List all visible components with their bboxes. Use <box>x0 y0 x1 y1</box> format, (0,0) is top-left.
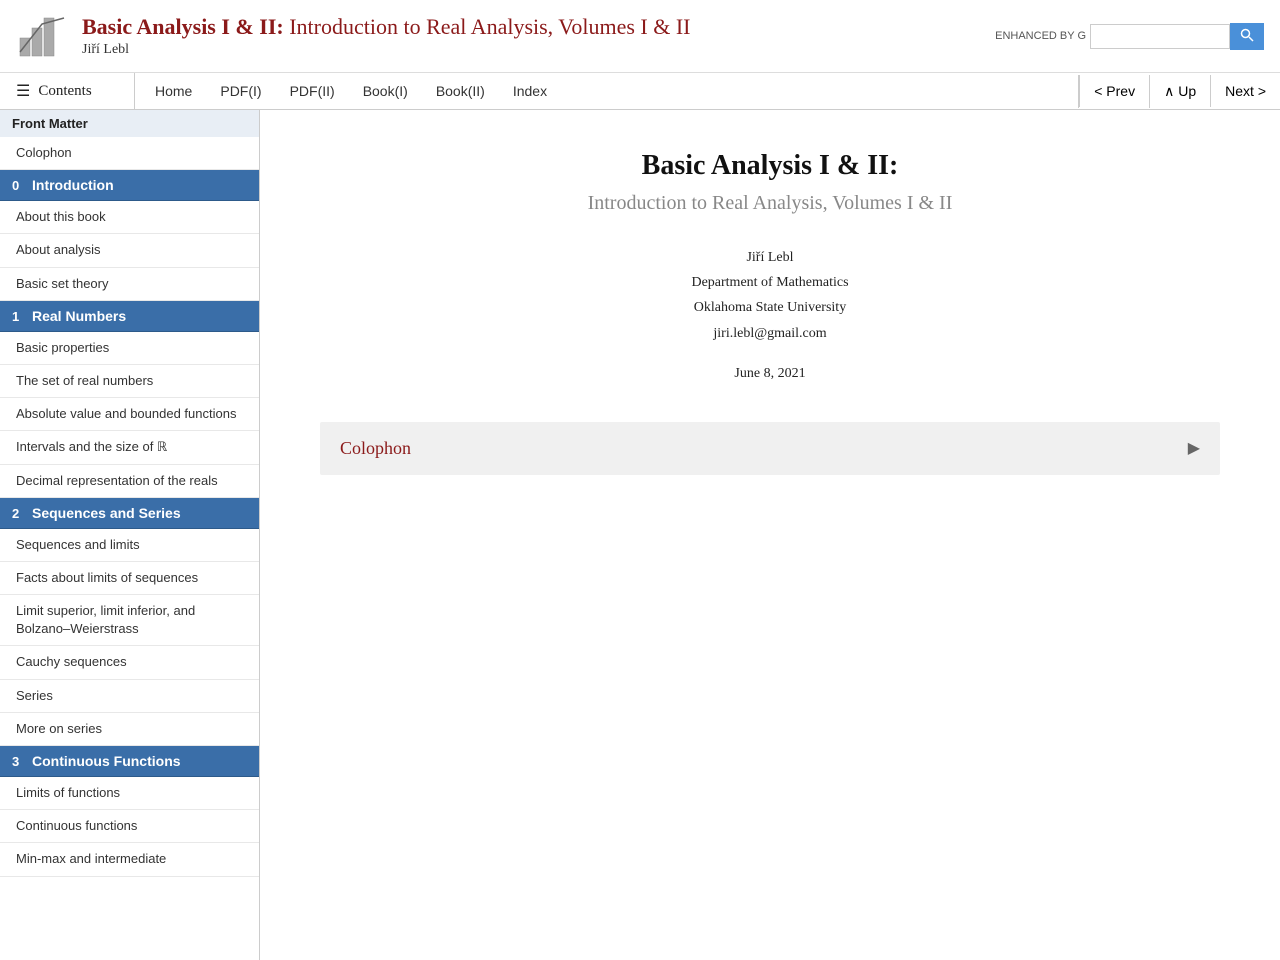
sidebar-item-21[interactable]: Min-max and intermediate <box>0 843 259 876</box>
main-content: Basic Analysis I & II: Introduction to R… <box>260 110 1280 960</box>
nav-pagination: < Prev ∧ Up Next > <box>1078 75 1280 108</box>
search-area: ENHANCED BY G <box>995 23 1264 50</box>
hamburger-icon: ☰ <box>16 81 30 101</box>
chapter-num: 1 <box>12 309 24 324</box>
sidebar-item-0[interactable]: Colophon <box>0 137 259 170</box>
contents-label: Contents <box>38 83 91 100</box>
title-bold-part: Basic Analysis I & II: <box>82 14 284 39</box>
sidebar-item-6[interactable]: Basic properties <box>0 332 259 365</box>
department: Department of Mathematics <box>320 270 1220 295</box>
book-date: June 8, 2021 <box>320 366 1220 382</box>
sidebar-chapter-0[interactable]: 0 Introduction <box>0 170 259 201</box>
contents-toggle[interactable]: ☰ Contents <box>0 73 135 109</box>
front-matter-header: Front Matter <box>0 110 259 137</box>
sidebar-item-2[interactable]: About this book <box>0 201 259 234</box>
chapter-label: Continuous Functions <box>32 753 181 769</box>
title-regular-part: Introduction to Real Analysis, Volumes I… <box>284 14 691 39</box>
sidebar-item-3[interactable]: About analysis <box>0 234 259 267</box>
sidebar-item-14[interactable]: Limit superior, limit inferior, and Bolz… <box>0 595 259 646</box>
nav-links: HomePDF(I)PDF(II)Book(I)Book(II)Index <box>135 75 1078 107</box>
header-author: Jiří Lebl <box>82 42 995 58</box>
up-button[interactable]: ∧ Up <box>1149 75 1210 108</box>
search-input[interactable] <box>1090 24 1230 49</box>
nav-link-pdf-i-[interactable]: PDF(I) <box>206 75 275 107</box>
prev-button[interactable]: < Prev <box>1079 75 1149 107</box>
chapter-num: 0 <box>12 178 24 193</box>
search-icon <box>1240 28 1254 42</box>
sidebar-item-7[interactable]: The set of real numbers <box>0 365 259 398</box>
book-title: Basic Analysis I & II: <box>320 150 1220 182</box>
navigation-bar: ☰ Contents HomePDF(I)PDF(II)Book(I)Book(… <box>0 73 1280 110</box>
page-header: Basic Analysis I & II: Introduction to R… <box>0 0 1280 73</box>
front-matter-label: Front Matter <box>12 116 88 131</box>
sidebar-chapter-3[interactable]: 3 Continuous Functions <box>0 746 259 777</box>
search-button[interactable] <box>1230 23 1264 50</box>
chapter-num: 2 <box>12 506 24 521</box>
header-main-title: Basic Analysis I & II: Introduction to R… <box>82 14 995 40</box>
nav-link-pdf-ii-[interactable]: PDF(II) <box>276 75 349 107</box>
sidebar-item-9[interactable]: Intervals and the size of ℝ <box>0 431 259 464</box>
colophon-expand-icon: ▶ <box>1188 438 1200 458</box>
next-button[interactable]: Next > <box>1210 75 1280 107</box>
sidebar-item-17[interactable]: More on series <box>0 713 259 746</box>
email: jiri.lebl@gmail.com <box>320 321 1220 346</box>
university: Oklahoma State University <box>320 295 1220 320</box>
sidebar: Front Matter Colophon 0 Introduction About … <box>0 110 260 960</box>
chapter-label: Sequences and Series <box>32 505 181 521</box>
sidebar-item-4[interactable]: Basic set theory <box>0 268 259 301</box>
colophon-title: Colophon <box>340 438 411 459</box>
chapter-num: 3 <box>12 754 24 769</box>
chapter-label: Real Numbers <box>32 308 126 324</box>
sidebar-chapter-1[interactable]: 1 Real Numbers <box>0 301 259 332</box>
sidebar-item-12[interactable]: Sequences and limits <box>0 529 259 562</box>
nav-link-index[interactable]: Index <box>499 75 561 107</box>
nav-link-book-ii-[interactable]: Book(II) <box>422 75 499 107</box>
sidebar-item-15[interactable]: Cauchy sequences <box>0 646 259 679</box>
sidebar-item-10[interactable]: Decimal representation of the reals <box>0 465 259 498</box>
author-name: Jiří Lebl <box>320 245 1220 270</box>
nav-link-home[interactable]: Home <box>141 75 206 107</box>
nav-link-book-i-[interactable]: Book(I) <box>349 75 422 107</box>
site-logo <box>16 10 68 62</box>
sidebar-item-20[interactable]: Continuous functions <box>0 810 259 843</box>
sidebar-item-13[interactable]: Facts about limits of sequences <box>0 562 259 595</box>
sidebar-chapter-2[interactable]: 2 Sequences and Series <box>0 498 259 529</box>
sidebar-item-8[interactable]: Absolute value and bounded functions <box>0 398 259 431</box>
sidebar-item-19[interactable]: Limits of functions <box>0 777 259 810</box>
book-author-block: Jiří Lebl Department of Mathematics Okla… <box>320 245 1220 346</box>
book-subtitle: Introduction to Real Analysis, Volumes I… <box>320 192 1220 215</box>
header-title-block: Basic Analysis I & II: Introduction to R… <box>82 14 995 58</box>
sidebar-item-16[interactable]: Series <box>0 680 259 713</box>
search-enhanced-label: ENHANCED BY G <box>995 30 1086 42</box>
main-layout: Front Matter Colophon 0 Introduction About … <box>0 110 1280 960</box>
chapter-label: Introduction <box>32 177 114 193</box>
colophon-section[interactable]: Colophon ▶ <box>320 422 1220 475</box>
